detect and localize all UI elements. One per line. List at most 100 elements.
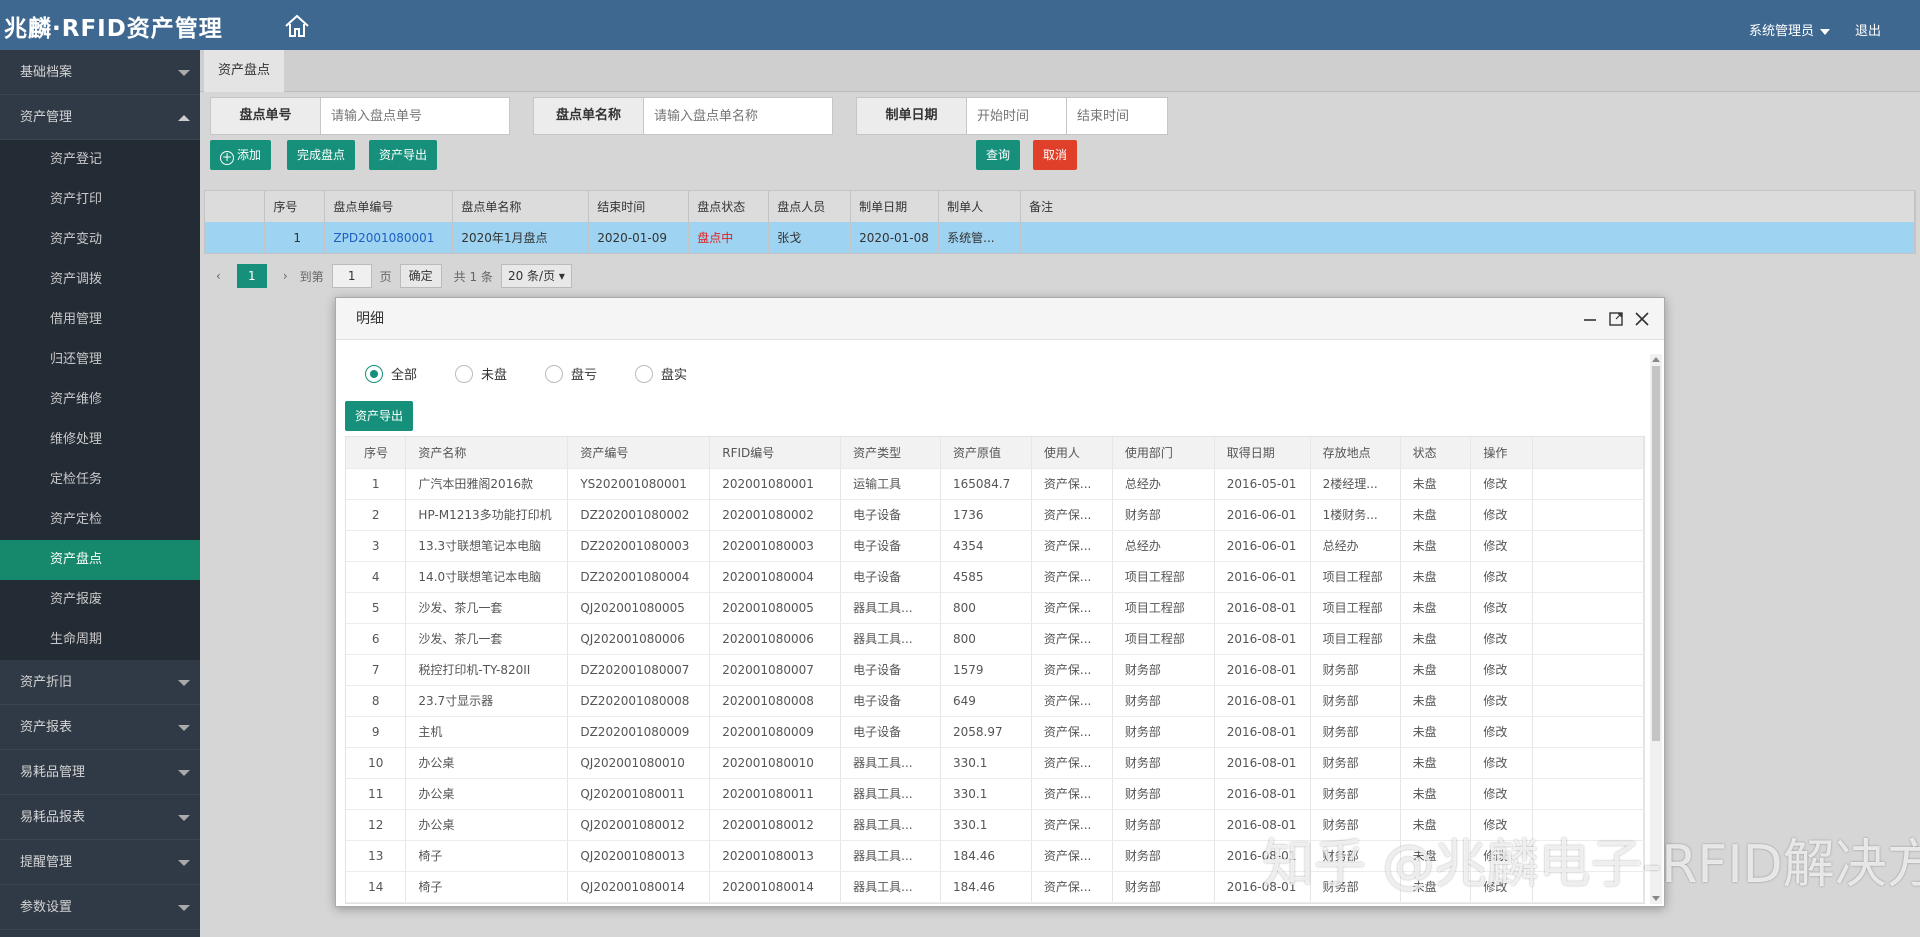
radio-circle-icon[interactable] [545, 364, 564, 383]
sidebar-menu[interactable]: 参数设置 [0, 885, 200, 930]
export-assets-button[interactable]: 资产导出 [369, 140, 438, 170]
detail-column-header[interactable]: 资产类型 [840, 437, 942, 469]
detail-column-header[interactable]: 使用部门 [1112, 437, 1215, 469]
column-header[interactable]: 序号 [264, 191, 326, 222]
detail-column-header[interactable]: 使用人 [1031, 437, 1113, 469]
detail-column-header[interactable]: 存放地点 [1310, 437, 1401, 469]
detail-column-header[interactable]: 操作 [1470, 437, 1534, 469]
detail-row[interactable]: 11 办公桌 QJ202001080011 202001080011 器具工具... 33… [346, 778, 1644, 810]
edit-link[interactable]: 修改 [1470, 499, 1534, 531]
row-checkbox[interactable] [205, 222, 266, 253]
minimize-icon[interactable] [1582, 311, 1598, 327]
sidebar-item[interactable]: 资产调拨 [0, 260, 200, 300]
detail-column-header[interactable]: 状态 [1400, 437, 1472, 469]
sidebar-item[interactable]: 资产打印 [0, 180, 200, 220]
page-size-select[interactable]: 20 条/页 ▾ [500, 264, 572, 288]
sidebar-menu[interactable]: 资产折旧 [0, 660, 200, 705]
inventory-no-input[interactable] [321, 98, 509, 134]
sidebar-menu[interactable]: 提醒管理 [0, 840, 200, 885]
logout-link[interactable]: 退出 [1855, 20, 1881, 39]
edit-link[interactable]: 修改 [1470, 592, 1534, 624]
detail-row[interactable]: 4 14.0寸联想笔记本电脑 DZ202001080004 202001080004 电… [346, 561, 1644, 593]
sidebar-menu[interactable]: 资产报表 [0, 705, 200, 750]
sidebar-item[interactable]: 资产维修 [0, 380, 200, 420]
end-date-input[interactable] [1067, 98, 1167, 134]
filter-radio[interactable]: 未盘 [455, 364, 507, 383]
edit-link[interactable]: 修改 [1470, 561, 1534, 593]
detail-row[interactable]: 7 税控打印机-TY-820II DZ202001080007 20200108000… [346, 654, 1644, 686]
column-header[interactable]: 盘点单编号 [324, 191, 454, 222]
detail-column-header[interactable]: 序号 [346, 437, 407, 469]
filter-radio[interactable]: 全部 [365, 364, 417, 383]
next-page-icon[interactable]: › [283, 269, 288, 283]
complete-inventory-button[interactable]: 完成盘点 [287, 140, 356, 170]
scrollbar-thumb[interactable] [1652, 366, 1660, 741]
sidebar-item[interactable]: 借用管理 [0, 300, 200, 340]
filter-radio[interactable]: 盘实 [635, 364, 687, 383]
sidebar-item[interactable]: 定检任务 [0, 460, 200, 500]
sidebar-item[interactable]: 资产定检 [0, 500, 200, 540]
detail-row[interactable]: 8 23.7寸显示器 DZ202001080008 202001080008 电子设备 6… [346, 685, 1644, 717]
sidebar-item[interactable]: 资产盘点 [0, 540, 200, 580]
sidebar-item[interactable]: 归还管理 [0, 340, 200, 380]
column-header[interactable]: 结束时间 [588, 191, 690, 222]
detail-row[interactable]: 9 主机 DZ202001080009 202001080009 电子设备 2058.97… [346, 716, 1644, 748]
detail-row[interactable]: 2 HP-M1213多功能打印机 DZ202001080002 20200108000… [346, 499, 1644, 531]
query-button[interactable]: 查询 [976, 140, 1021, 170]
column-header[interactable]: 制单日期 [850, 191, 940, 222]
sidebar-item[interactable]: 资产变动 [0, 220, 200, 260]
tab-asset-inventory[interactable]: 资产盘点 [204, 50, 285, 92]
sidebar-menu[interactable]: 易耗品报表 [0, 795, 200, 840]
radio-circle-icon[interactable] [455, 364, 474, 383]
page-confirm-button[interactable]: 确定 [399, 264, 442, 288]
page-current[interactable]: 1 [236, 264, 267, 288]
detail-column-header[interactable]: RFID编号 [709, 437, 842, 469]
edit-link[interactable]: 修改 [1470, 468, 1534, 500]
edit-link[interactable]: 修改 [1470, 685, 1534, 717]
sidebar-item[interactable]: 资产报废 [0, 580, 200, 620]
edit-link[interactable]: 修改 [1470, 623, 1534, 655]
inventory-name-input[interactable] [644, 98, 832, 134]
sidebar-menu-assets[interactable]: 资产管理 [0, 95, 200, 140]
column-header[interactable]: 备注 [1020, 191, 1915, 222]
edit-link[interactable]: 修改 [1470, 778, 1534, 810]
close-icon[interactable] [1634, 311, 1650, 327]
detail-column-header[interactable]: 资产名称 [405, 437, 569, 469]
detail-row[interactable]: 10 办公桌 QJ202001080010 202001080010 器具工具... 33… [346, 747, 1644, 779]
detail-column-header[interactable]: 资产编号 [567, 437, 711, 469]
table-cell[interactable]: ZPD2001080001 [324, 222, 454, 253]
detail-row[interactable]: 6 沙发、茶几一套 QJ202001080006 202001080006 器具工具..… [346, 623, 1644, 655]
maximize-icon[interactable] [1608, 311, 1624, 327]
detail-row[interactable]: 1 广汽本田雅阁2016款 YS202001080001 202001080001 运输… [346, 468, 1644, 500]
user-menu[interactable]: 系统管理员 [1749, 20, 1830, 39]
sidebar-item[interactable]: 资产登记 [0, 140, 200, 180]
sidebar-menu[interactable]: 易耗品管理 [0, 750, 200, 795]
edit-link[interactable]: 修改 [1470, 747, 1534, 779]
detail-row[interactable]: 3 13.3寸联想笔记本电脑 DZ202001080003 202001080003 电… [346, 530, 1644, 562]
sidebar-item[interactable]: 生命周期 [0, 620, 200, 660]
prev-page-icon[interactable]: ‹ [216, 269, 221, 283]
radio-circle-icon[interactable] [365, 364, 383, 383]
column-header[interactable]: 盘点人员 [768, 191, 852, 222]
detail-column-header[interactable]: 取得日期 [1214, 437, 1311, 469]
edit-link[interactable]: 修改 [1470, 716, 1534, 748]
sidebar-menu-basic[interactable]: 基础档案 [0, 50, 200, 95]
table-row[interactable]: 1 ZPD2001080001 2020年1月盘点 2020-01-09 盘点中 张戈 20… [205, 222, 1915, 253]
edit-link[interactable]: 修改 [1470, 654, 1534, 686]
radio-circle-icon[interactable] [635, 364, 654, 383]
detail-column-header[interactable]: 资产原值 [940, 437, 1032, 469]
column-header[interactable]: 盘点状态 [688, 191, 770, 222]
scroll-up-icon[interactable] [1652, 357, 1660, 362]
page-input[interactable]: 1 [331, 264, 372, 288]
home-icon[interactable] [283, 12, 311, 40]
column-header[interactable]: 盘点单名称 [452, 191, 590, 222]
cancel-button[interactable]: 取消 [1033, 140, 1078, 170]
add-button[interactable]: + 添加 [210, 140, 272, 170]
edit-link[interactable]: 修改 [1470, 530, 1534, 562]
detail-row[interactable]: 5 沙发、茶几一套 QJ202001080005 202001080005 器具工具..… [346, 592, 1644, 624]
dialog-export-button[interactable]: 资产导出 [345, 401, 414, 431]
column-header[interactable]: 制单人 [938, 191, 1022, 222]
start-date-input[interactable] [967, 98, 1067, 134]
filter-radio[interactable]: 盘亏 [545, 364, 597, 383]
sidebar-item[interactable]: 维修处理 [0, 420, 200, 460]
